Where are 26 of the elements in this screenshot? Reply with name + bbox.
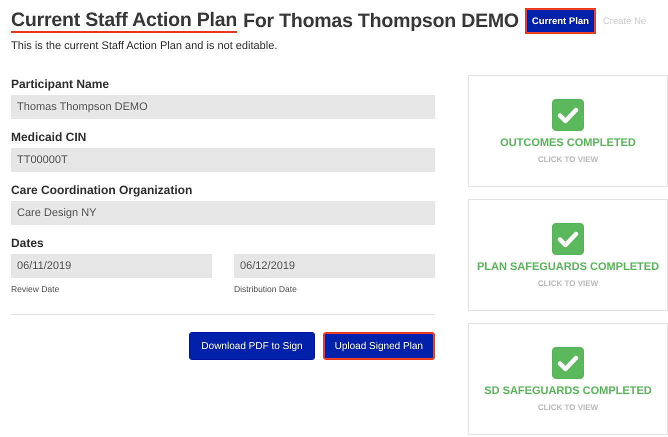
card-title: OUTCOMES COMPLETED [500, 136, 636, 148]
field-label: Care Coordination Organization [11, 183, 194, 197]
page-title: For Thomas Thompson DEMO [243, 10, 519, 32]
field-caption: Review Date [11, 284, 60, 294]
readonly-field: Care Design NY [11, 201, 435, 225]
card-link: CLICK TO VIEW [538, 278, 598, 288]
page-subtitle: This is the current Staff Action Plan and is not editable. [11, 40, 278, 52]
status-card[interactable]: SD SAFEGUARDS COMPLETED CLICK TO VIEW [468, 323, 668, 435]
field-label: Participant Name [11, 77, 110, 91]
field-label: Dates [11, 236, 45, 250]
field-caption: Distribution Date [234, 284, 298, 294]
card-link: CLICK TO VIEW [538, 154, 598, 164]
page-title-underlined: Current Staff Action Plan [11, 10, 238, 32]
action-button[interactable]: Upload Signed Plan [322, 332, 435, 360]
status-card[interactable]: PLAN SAFEGUARDS COMPLETED CLICK TO VIEW [468, 199, 668, 311]
action-button[interactable]: Download PDF to Sign [189, 332, 315, 360]
date-field: 06/12/2019 [234, 254, 435, 278]
plan-tab[interactable]: Current Plan [524, 8, 596, 34]
status-card[interactable]: OUTCOMES COMPLETED CLICK TO VIEW [468, 75, 668, 187]
readonly-field: Thomas Thompson DEMO [11, 95, 435, 119]
card-title: PLAN SAFEGUARDS COMPLETED [476, 260, 660, 272]
date-field: 06/11/2019 [11, 254, 212, 278]
readonly-field: TT00000T [11, 148, 435, 172]
card-title: SD SAFEGUARDS COMPLETED [484, 384, 652, 396]
field-label: Medicaid CIN [11, 130, 88, 144]
card-link: CLICK TO VIEW [538, 402, 598, 412]
